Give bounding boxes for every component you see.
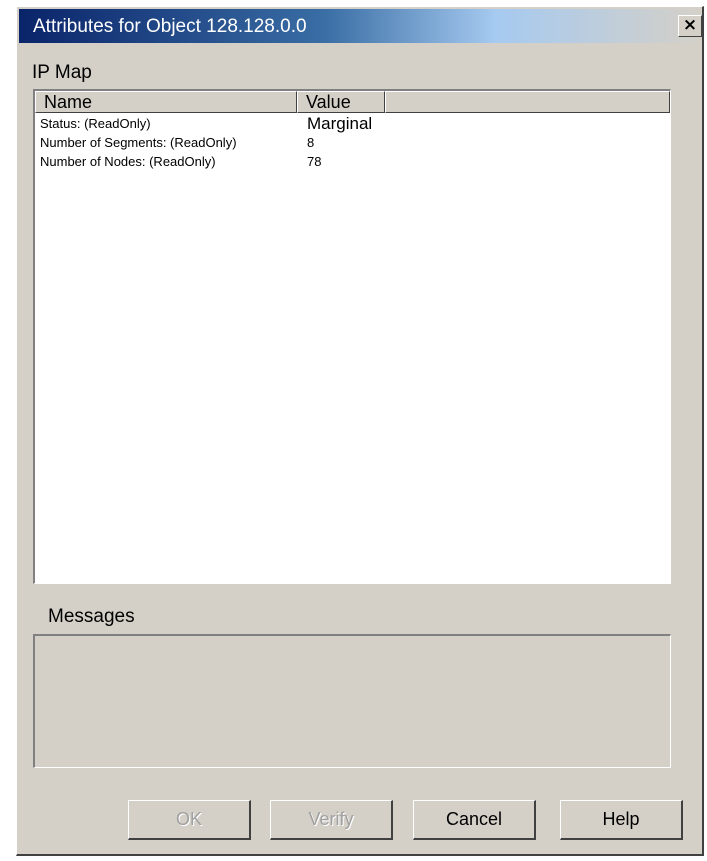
table-row[interactable]: Number of Segments: (ReadOnly) 8 (35, 133, 670, 152)
close-button[interactable]: × (678, 15, 702, 37)
attribute-rows: Status: (ReadOnly) Marginal Number of Se… (35, 114, 670, 171)
cancel-button[interactable]: Cancel (413, 800, 536, 840)
ok-button[interactable]: OK (128, 800, 251, 840)
verify-button[interactable]: Verify (270, 800, 393, 840)
attributes-list[interactable]: Name Value Status: (ReadOnly) Marginal N… (33, 89, 671, 584)
ip-map-label: IP Map (32, 62, 92, 83)
list-header: Name Value (35, 91, 670, 113)
column-header-name[interactable]: Name (35, 91, 297, 113)
column-header-value[interactable]: Value (297, 91, 385, 113)
attribute-name: Number of Segments: (ReadOnly) (40, 135, 237, 150)
table-row[interactable]: Number of Nodes: (ReadOnly) 78 (35, 152, 670, 171)
messages-label: Messages (48, 606, 135, 627)
attribute-name: Status: (ReadOnly) (40, 116, 151, 131)
attribute-value: Marginal (307, 114, 373, 133)
attribute-value: 78 (307, 154, 322, 169)
window-title: Attributes for Object 128.128.0.0 (33, 16, 307, 37)
attribute-value: 8 (307, 135, 315, 150)
column-header-filler (385, 91, 670, 113)
messages-box[interactable] (33, 634, 671, 768)
attribute-name: Number of Nodes: (ReadOnly) (40, 154, 216, 169)
help-button[interactable]: Help (560, 800, 683, 840)
close-icon: × (682, 15, 698, 35)
title-bar[interactable]: Attributes for Object 128.128.0.0 × (19, 9, 702, 43)
table-row[interactable]: Status: (ReadOnly) Marginal (35, 114, 670, 133)
